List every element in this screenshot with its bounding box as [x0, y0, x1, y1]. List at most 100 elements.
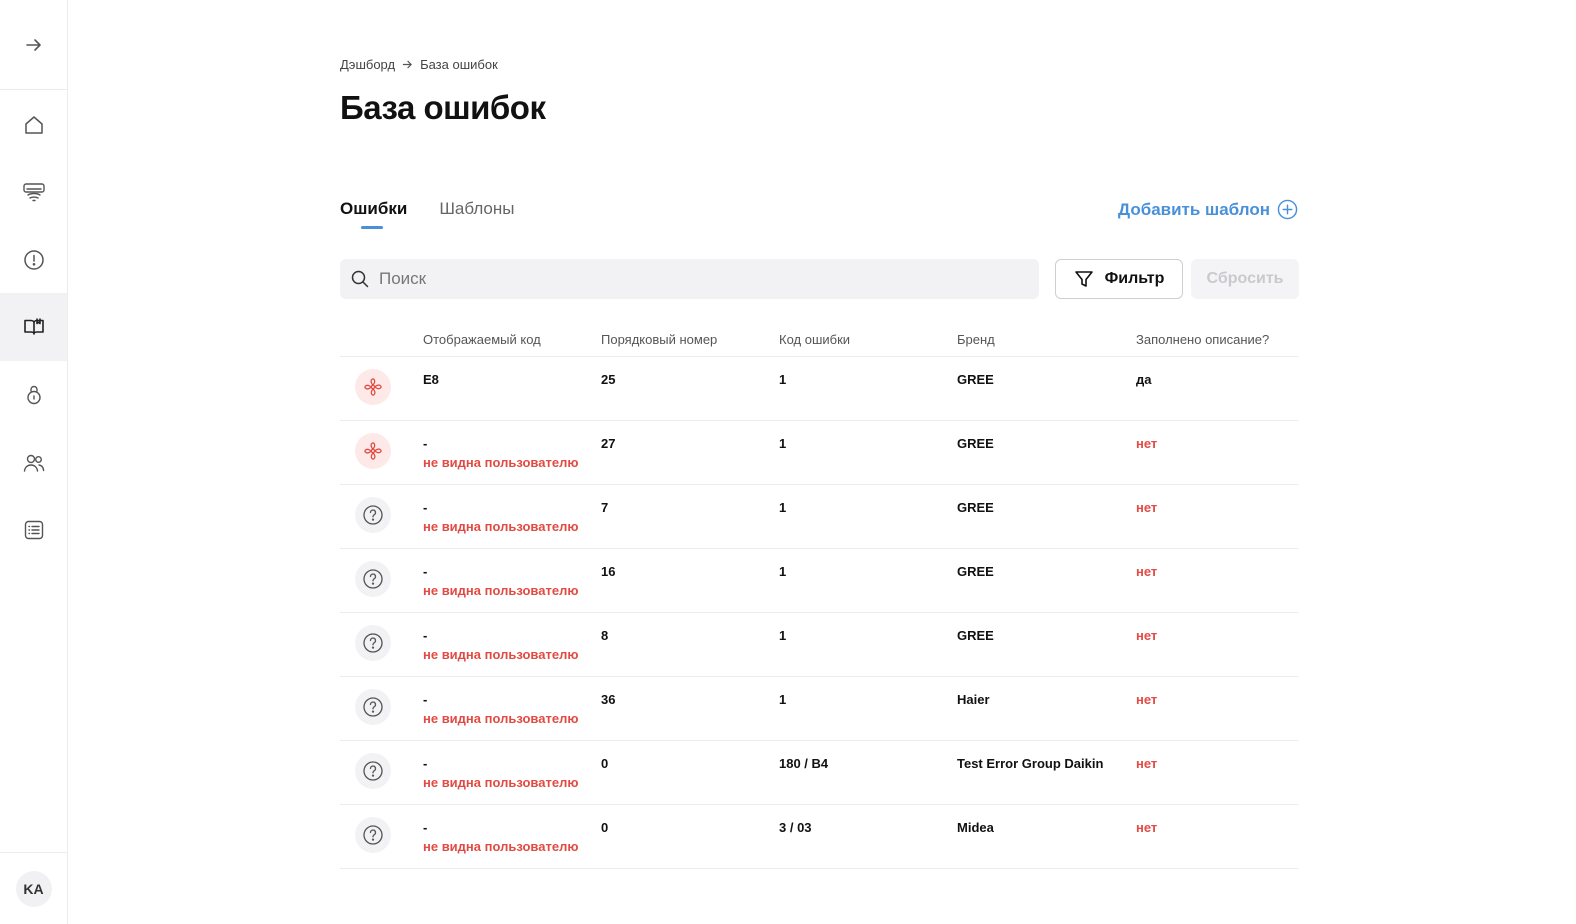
tab-errors[interactable]: Ошибки [340, 199, 407, 229]
brand: Haier [957, 692, 990, 707]
brand: GREE [957, 436, 994, 451]
fan-icon [364, 442, 382, 460]
reset-button[interactable]: Сбросить [1191, 259, 1299, 299]
description-filled: нет [1136, 820, 1158, 835]
error-code: 3 / 03 [779, 820, 812, 835]
sidebar-item-logs[interactable] [0, 496, 67, 564]
display-code: - [423, 500, 428, 515]
list-icon [24, 520, 43, 540]
error-code: 1 [779, 692, 787, 707]
sidebar-profile[interactable]: KA [0, 852, 67, 924]
hidden-from-user-note: не видна пользователю [423, 775, 579, 790]
row-icon [355, 561, 391, 597]
question-icon [363, 569, 383, 589]
question-icon [363, 761, 383, 781]
error-code: 1 [779, 628, 787, 643]
filter-label: Фильтр [1104, 270, 1165, 287]
arrow-right-icon [25, 38, 41, 51]
row-icon [355, 497, 391, 533]
hidden-from-user-note: не видна пользователю [423, 839, 579, 854]
row-icon [355, 817, 391, 853]
description-filled: нет [1136, 500, 1158, 515]
search-bar [340, 259, 1039, 299]
column-header-error-code[interactable]: Код ошибки [779, 332, 850, 347]
hidden-from-user-note: не видна пользователю [423, 583, 579, 598]
hidden-from-user-note: не видна пользователю [423, 647, 579, 662]
display-code: E8 [423, 372, 439, 387]
column-header-description-filled[interactable]: Заполнено описание? [1136, 332, 1269, 347]
table-row[interactable]: - не видна пользователю 7 1 GREE нет [340, 485, 1298, 549]
table-row[interactable]: E8 25 1 GREE да [340, 357, 1298, 421]
lock-icon [26, 385, 41, 405]
display-code: - [423, 564, 428, 579]
breadcrumb-dashboard-link[interactable]: Дэшборд [340, 57, 395, 72]
error-code: 1 [779, 372, 787, 387]
page-title: База ошибок [340, 89, 546, 126]
column-header-sequence-number[interactable]: Порядковый номер [601, 332, 717, 347]
sidebar-item-users[interactable] [0, 429, 67, 497]
filter-button[interactable]: Фильтр [1055, 259, 1183, 299]
error-code: 1 [779, 436, 787, 451]
table-row[interactable]: - не видна пользователю 16 1 GREE нет [340, 549, 1298, 613]
description-filled: нет [1136, 564, 1158, 579]
sidebar-toggle[interactable] [0, 0, 67, 90]
table-row[interactable]: - не видна пользователю 8 1 GREE нет [340, 613, 1298, 677]
display-code: - [423, 436, 428, 451]
sidebar: KA [0, 0, 68, 924]
table-row[interactable]: - не видна пользователю 27 1 GREE нет [340, 421, 1298, 485]
users-icon [23, 454, 44, 472]
sequence-number: 0 [601, 756, 609, 771]
sidebar-item-access[interactable] [0, 361, 67, 429]
description-filled: нет [1136, 692, 1158, 707]
sequence-number: 0 [601, 820, 609, 835]
description-filled: нет [1136, 756, 1158, 771]
air-conditioner-icon [22, 183, 45, 202]
row-icon [355, 369, 391, 405]
filter-icon [1074, 271, 1093, 287]
brand: GREE [957, 372, 994, 387]
table-row[interactable]: - не видна пользователю 0 3 / 03 Midea н… [340, 805, 1298, 869]
sidebar-item-error-base[interactable] [0, 293, 67, 361]
errors-table: Отображаемый код Порядковый номер Код ош… [340, 323, 1298, 869]
table-row[interactable]: - не видна пользователю 0 180 / B4 Test … [340, 741, 1298, 805]
brand: GREE [957, 500, 994, 515]
description-filled: да [1136, 372, 1152, 387]
avatar[interactable]: KA [15, 870, 52, 907]
sequence-number: 7 [601, 500, 609, 515]
description-filled: нет [1136, 436, 1158, 451]
sequence-number: 8 [601, 628, 609, 643]
question-icon [363, 825, 383, 845]
brand: GREE [957, 564, 994, 579]
brand: Test Error Group Daikin [957, 756, 1104, 771]
breadcrumb: Дэшборд База ошибок [340, 57, 498, 72]
sequence-number: 36 [601, 692, 616, 707]
error-code: 1 [779, 564, 787, 579]
hidden-from-user-note: не видна пользователю [423, 455, 579, 470]
column-header-display-code[interactable]: Отображаемый код [423, 332, 541, 347]
sequence-number: 27 [601, 436, 616, 451]
plus-circle-icon [1277, 199, 1298, 220]
question-icon [363, 505, 383, 525]
tabs: Ошибки Шаблоны [340, 199, 515, 229]
sidebar-item-devices[interactable] [0, 158, 67, 226]
arrow-right-icon [402, 60, 412, 69]
error-code: 1 [779, 500, 787, 515]
brand: GREE [957, 628, 994, 643]
row-icon [355, 753, 391, 789]
sidebar-item-home[interactable] [0, 91, 67, 159]
add-template-label: Добавить шаблон [1118, 199, 1270, 219]
hidden-from-user-note: не видна пользователю [423, 711, 579, 726]
tab-templates[interactable]: Шаблоны [439, 199, 514, 229]
column-header-brand[interactable]: Бренд [957, 332, 995, 347]
add-template-button[interactable]: Добавить шаблон [1118, 199, 1298, 220]
table-row[interactable]: - не видна пользователю 36 1 Haier нет [340, 677, 1298, 741]
search-input[interactable] [379, 269, 1019, 289]
question-icon [363, 697, 383, 717]
sidebar-item-alerts[interactable] [0, 226, 67, 294]
display-code: - [423, 820, 428, 835]
brand: Midea [957, 820, 994, 835]
home-icon [24, 116, 43, 134]
display-code: - [423, 628, 428, 643]
book-icon [23, 318, 44, 335]
question-icon [363, 633, 383, 653]
